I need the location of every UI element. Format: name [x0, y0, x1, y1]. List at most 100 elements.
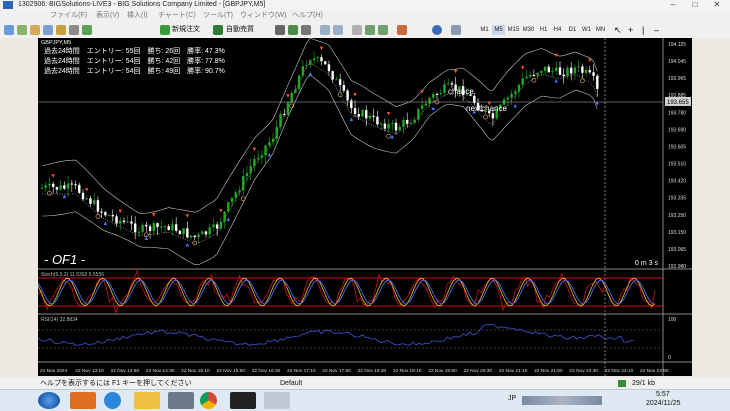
clock-time[interactable]: 5:57 — [656, 391, 670, 398]
sell-arrow-icon: ▼ — [520, 65, 526, 71]
price-tick: 192.980 — [668, 264, 686, 270]
cursor-icon[interactable]: ↖ — [614, 25, 622, 35]
auto-trade-button[interactable]: 自動売買 — [226, 25, 254, 35]
autoscroll-icon[interactable] — [365, 25, 375, 35]
help-text: ヘルプを表示するには F1 キーを押してください — [40, 380, 192, 387]
timeframe-mn[interactable]: MN — [594, 25, 607, 35]
buy-arrow-icon: ▲ — [102, 221, 108, 227]
time-tick: 21 Nov 2024 — [40, 368, 68, 374]
buy-arrow-icon: ▲ — [512, 104, 518, 110]
sell-arrow-icon: ▼ — [587, 58, 593, 64]
buy-arrow-icon: ▲ — [266, 153, 272, 159]
time-tick: 22 Nov 14:30 — [146, 368, 175, 374]
bar-chart-icon[interactable] — [275, 25, 285, 35]
templates-icon[interactable] — [451, 25, 461, 35]
new-chart-icon[interactable] — [4, 25, 14, 35]
zoom-out-icon[interactable] — [333, 25, 343, 35]
buy-arrow-icon: ▲ — [389, 134, 395, 140]
menu-view[interactable]: 表示(V) — [96, 10, 119, 22]
buy-arrow-icon: ▲ — [307, 72, 313, 78]
media-player-icon[interactable] — [70, 392, 96, 409]
zoom-in-icon[interactable] — [320, 25, 330, 35]
sell-arrow-icon: ▼ — [386, 111, 392, 117]
desktop-margin-right — [692, 38, 730, 378]
sell-arrow-icon: ▼ — [117, 209, 123, 215]
clock-date[interactable]: 2024/11/25 — [646, 400, 681, 407]
app-icon-5[interactable] — [230, 392, 256, 409]
price-tick: 193.510 — [668, 162, 686, 168]
data-window-icon[interactable] — [43, 25, 53, 35]
time-tick: 22 Nov 19:10 — [393, 368, 422, 374]
timeframe-m30[interactable]: M30 — [522, 25, 535, 35]
menu-tools[interactable]: ツール(T) — [203, 10, 233, 22]
crosshair-icon[interactable]: + — [628, 25, 633, 35]
menu-window[interactable]: ウィンドウ(W) — [240, 10, 286, 22]
tray-icons[interactable] — [522, 396, 602, 405]
rsi-tick-0: 0 — [668, 355, 671, 361]
price-tick: 193.335 — [668, 196, 686, 202]
menu-file[interactable]: ファイル(F) — [50, 10, 87, 22]
new-order-button[interactable]: 新規注文 — [172, 25, 200, 35]
chart-window[interactable]: ▼ ▲ ▼ ▲ ▼ ▲ ▼ ▼ ▲ ▼ ▲ ▼ ▲ ▼ ▲ ▼ ▲ ▼ ▼ ▲ ▼ ▲ ▼ ▲ ▼ ▲ ▼ ▼ ▲ ▼ ▲ 193.655 … — [37, 37, 692, 376]
sell-arrow-icon: ▼ — [50, 174, 56, 180]
timeframe-d1[interactable]: D1 — [566, 25, 579, 35]
sell-arrow-icon: ▼ — [453, 69, 459, 75]
sell-arrow-icon: ▼ — [419, 90, 425, 96]
price-tick: 193.420 — [668, 179, 686, 185]
auto-trade-icon[interactable] — [213, 25, 223, 35]
timeframe-m15[interactable]: M15 — [507, 25, 520, 35]
rsi-tick-100: 100 — [668, 317, 677, 323]
timeframe-m5[interactable]: M5 — [492, 25, 505, 35]
profile-name: Default — [280, 380, 303, 387]
shift-icon[interactable] — [378, 25, 388, 35]
metatrader-icon[interactable] — [264, 392, 290, 409]
price-tick: 193.780 — [668, 110, 686, 116]
market-watch-icon[interactable] — [30, 25, 40, 35]
navigator-icon[interactable] — [56, 25, 66, 35]
profiles-icon[interactable] — [17, 25, 27, 35]
file-explorer-icon[interactable] — [134, 392, 160, 409]
sell-arrow-icon: ▼ — [553, 53, 559, 59]
chrome-icon[interactable] — [200, 392, 217, 409]
time-tick: 22 Nov 21:10 — [499, 368, 528, 374]
timeframe-h4[interactable]: H4 — [551, 25, 564, 35]
timeframe-h1[interactable]: H1 — [537, 25, 550, 35]
indicators-icon[interactable] — [397, 25, 407, 35]
close-button[interactable]: ✕ — [706, 0, 728, 10]
edge-icon[interactable] — [104, 392, 121, 409]
stats-line-1: 過去24時間 エントリー: 55回 勝ち: 26回 勝率: 47.3% — [44, 46, 225, 55]
current-price-label: 193.655 — [667, 100, 689, 106]
title-bar: 1302906: BIGSolutions-LIVE3 - BIG Soluti… — [0, 0, 730, 10]
maximize-button[interactable]: □ — [684, 0, 706, 10]
tester-icon[interactable] — [82, 25, 92, 35]
start-button-icon[interactable] — [38, 392, 60, 409]
menu-help[interactable]: ヘルプ(H) — [292, 10, 323, 22]
terminal-icon[interactable] — [69, 25, 79, 35]
tile-icon[interactable] — [352, 25, 362, 35]
sell-arrow-icon: ▼ — [251, 147, 257, 153]
language-indicator[interactable]: JP — [508, 395, 516, 402]
vertical-line-icon[interactable]: | — [642, 25, 644, 35]
time-tick: 22 Nov 15:10 — [181, 368, 210, 374]
watermark: - OF1 - — [44, 252, 86, 267]
menu-insert[interactable]: 挿入(I) — [127, 10, 148, 22]
time-tick: 22 Nov 15:50 — [216, 368, 245, 374]
chance-label: chance — [448, 87, 474, 96]
chart-canvas[interactable]: ▼▲▼▲▼▲▼ ▼▲▼▲▼▲▼▲▼▲▼▼▲▼▲▼▲▼ ▲▼▼▲▼▲ 193.655 … — [37, 37, 692, 376]
menu-chart[interactable]: チャート(C) — [158, 10, 196, 22]
buy-arrow-icon: ▲ — [225, 217, 231, 223]
line-chart-icon[interactable] — [301, 25, 311, 35]
sell-arrow-icon: ▼ — [84, 188, 90, 194]
periods-icon[interactable] — [432, 25, 442, 35]
new-order-icon[interactable] — [160, 25, 170, 35]
timeframe-m1[interactable]: M1 — [478, 25, 491, 35]
candle-chart-icon[interactable] — [288, 25, 298, 35]
stats-line-3: 過去24時間 エントリー: 54回 勝ち: 49回 勝率: 90.7% — [44, 66, 225, 75]
store-icon[interactable] — [168, 392, 194, 409]
sell-arrow-icon: ▼ — [184, 214, 190, 220]
countdown-timer: 0 m 3 s — [635, 260, 658, 267]
price-tick: 193.065 — [668, 247, 686, 253]
horizontal-line-icon[interactable]: – — [654, 25, 659, 35]
timeframe-w1[interactable]: W1 — [580, 25, 593, 35]
minimize-button[interactable]: – — [662, 0, 684, 10]
